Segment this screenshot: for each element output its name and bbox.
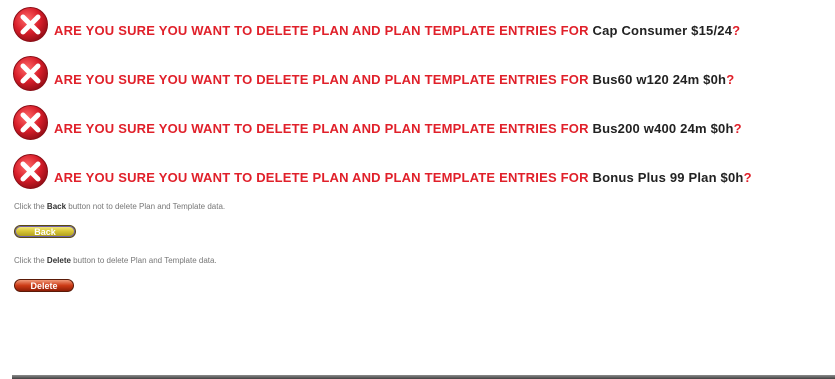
delete-instruction-prefix: Click the bbox=[14, 256, 45, 265]
question-mark: ? bbox=[733, 121, 742, 136]
plan-name: Bus60 w120 24m $0h bbox=[592, 72, 727, 87]
delete-warning: Are you sure you want to delete Plan and… bbox=[12, 55, 835, 97]
back-instruction-suffix: button not to delete Plan and Template d… bbox=[68, 202, 226, 211]
plan-name: Bonus Plus 99 Plan $0h bbox=[592, 170, 744, 185]
delete-confirmation-page: Are you sure you want to delete Plan and… bbox=[0, 0, 835, 379]
warning-lead-text: Are you sure you want to delete Plan and… bbox=[54, 121, 589, 136]
error-x-circle-icon bbox=[13, 7, 48, 42]
question-mark: ? bbox=[732, 23, 741, 38]
bottom-divider bbox=[12, 375, 835, 379]
delete-instruction-button-word: Delete bbox=[46, 256, 71, 265]
question-mark: ? bbox=[726, 72, 735, 87]
error-x-circle-icon bbox=[13, 56, 48, 91]
delete-instruction: Click the Delete button to delete Plan a… bbox=[14, 256, 835, 266]
back-instruction-button-word: Back bbox=[46, 202, 67, 211]
warning-message: Are you sure you want to delete Plan and… bbox=[12, 55, 835, 88]
error-x-circle-icon bbox=[13, 105, 48, 140]
back-button[interactable]: Back bbox=[14, 225, 76, 238]
delete-warning: Are you sure you want to delete Plan and… bbox=[12, 6, 835, 48]
back-instruction: Click the Back button not to delete Plan… bbox=[14, 202, 835, 212]
plan-name: Cap Consumer $15/24 bbox=[592, 23, 733, 38]
warning-lead-text: Are you sure you want to delete Plan and… bbox=[54, 72, 589, 87]
warning-message: Are you sure you want to delete Plan and… bbox=[12, 6, 835, 39]
warning-message: Are you sure you want to delete Plan and… bbox=[12, 153, 835, 186]
delete-button[interactable]: Delete bbox=[14, 279, 74, 292]
plan-name: Bus200 w400 24m $0h bbox=[592, 121, 734, 136]
error-x-circle-icon bbox=[13, 154, 48, 189]
back-instruction-prefix: Click the bbox=[14, 202, 45, 211]
warning-lead-text: Are you sure you want to delete Plan and… bbox=[54, 170, 589, 185]
delete-warning: Are you sure you want to delete Plan and… bbox=[12, 104, 835, 146]
question-mark: ? bbox=[743, 170, 752, 185]
delete-warning: Are you sure you want to delete Plan and… bbox=[12, 153, 835, 195]
warning-message: Are you sure you want to delete Plan and… bbox=[12, 104, 835, 137]
delete-instruction-suffix: button to delete Plan and Template data. bbox=[73, 256, 217, 265]
warning-lead-text: Are you sure you want to delete Plan and… bbox=[54, 23, 589, 38]
